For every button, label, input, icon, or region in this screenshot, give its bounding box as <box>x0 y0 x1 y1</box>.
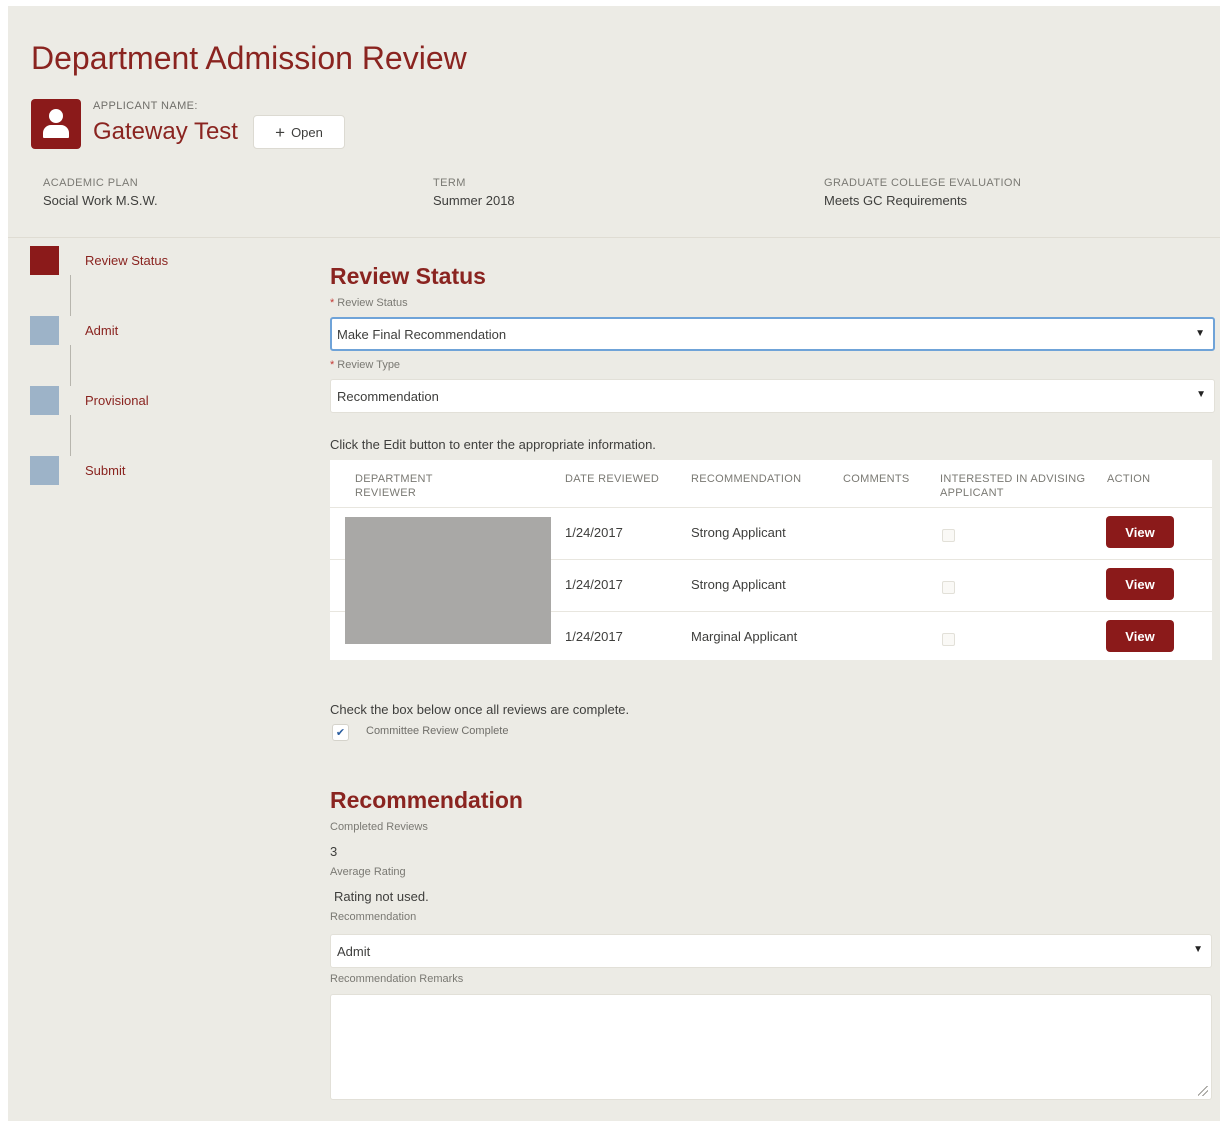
page-title: Department Admission Review <box>31 40 467 76</box>
interested-checkbox <box>942 581 955 594</box>
date-cell: 1/24/2017 <box>565 629 623 644</box>
recommendation-cell: Strong Applicant <box>691 577 786 592</box>
committee-review-checkbox[interactable]: ✔ <box>332 724 349 741</box>
recommendation-value: Admit <box>337 944 371 959</box>
step-connector <box>70 275 71 316</box>
academic-plan-value: Social Work M.S.W. <box>43 193 158 208</box>
term-field: TERM Summer 2018 <box>433 177 793 208</box>
date-cell: 1/24/2017 <box>565 577 623 592</box>
caret-down-icon: ▼ <box>1193 944 1203 955</box>
record-header: Department Admission Review APPLICANT NA… <box>8 6 1220 238</box>
col-header-date: DATE REVIEWED <box>565 473 660 485</box>
review-status-heading: Review Status <box>330 263 486 289</box>
date-cell: 1/24/2017 <box>565 525 623 540</box>
col-header-interested: INTERESTED IN ADVISING APPLICANT <box>940 473 1086 499</box>
resize-handle-icon[interactable] <box>1198 1086 1208 1096</box>
completion-instruction: Check the box below once all reviews are… <box>330 702 630 717</box>
open-button[interactable]: + Open <box>253 115 345 149</box>
review-type-value: Recommendation <box>337 389 439 404</box>
step-marker <box>30 316 59 345</box>
recommendation-cell: Marginal Applicant <box>691 629 798 644</box>
caret-down-icon: ▼ <box>1195 328 1205 339</box>
step-label: Submit <box>85 463 126 478</box>
user-icon <box>31 99 81 149</box>
gc-evaluation-label: GRADUATE COLLEGE EVALUATION <box>824 177 1022 189</box>
applicant-name: Gateway Test <box>93 118 238 145</box>
step-submit[interactable]: Submit <box>30 456 270 486</box>
step-review-status[interactable]: Review Status <box>30 246 270 276</box>
gc-evaluation-value: Meets GC Requirements <box>824 193 968 208</box>
academic-plan-field: ACADEMIC PLAN Social Work M.S.W. <box>43 177 403 208</box>
step-label: Review Status <box>85 253 169 268</box>
step-provisional[interactable]: Provisional <box>30 386 270 416</box>
applicant-name-label: APPLICANT NAME: <box>93 100 198 112</box>
view-button[interactable]: View <box>1106 568 1174 600</box>
committee-review-label: Committee Review Complete <box>366 725 509 737</box>
step-label: Admit <box>85 323 119 338</box>
interested-checkbox <box>942 633 955 646</box>
row-divider <box>330 507 1212 508</box>
recommendation-select[interactable]: Admit ▼ <box>330 934 1212 968</box>
view-button[interactable]: View <box>1106 516 1174 548</box>
recommendation-label: Recommendation <box>330 911 417 923</box>
interested-checkbox <box>942 529 955 542</box>
col-header-action: ACTION <box>1107 473 1151 485</box>
recommendation-heading: Recommendation <box>330 787 523 813</box>
redacted-reviewer-names <box>345 517 551 644</box>
edit-instruction: Click the Edit button to enter the appro… <box>330 437 656 452</box>
step-connector <box>70 345 71 386</box>
review-status-value: Make Final Recommendation <box>337 327 507 342</box>
plus-icon: + <box>275 122 286 142</box>
step-label: Provisional <box>85 393 149 408</box>
review-type-label: * Review Type <box>330 359 401 371</box>
col-header-recommendation: RECOMMENDATION <box>691 473 802 485</box>
step-marker <box>30 456 59 485</box>
step-connector <box>70 415 71 456</box>
caret-down-icon: ▼ <box>1196 389 1206 400</box>
term-value: Summer 2018 <box>433 193 515 208</box>
remarks-textarea[interactable] <box>330 994 1212 1100</box>
col-header-comments: COMMENTS <box>843 473 910 485</box>
step-marker <box>30 386 59 415</box>
completed-reviews-label: Completed Reviews <box>330 821 428 833</box>
page-frame: Department Admission Review APPLICANT NA… <box>8 6 1220 1121</box>
step-admit[interactable]: Admit <box>30 316 270 346</box>
review-status-label: * Review Status <box>330 297 408 309</box>
checkmark-icon: ✔ <box>335 727 346 739</box>
col-header-reviewer: DEPARTMENT REVIEWER <box>355 473 433 499</box>
gc-evaluation-field: GRADUATE COLLEGE EVALUATION Meets GC Req… <box>824 177 1184 208</box>
remarks-label: Recommendation Remarks <box>330 973 464 985</box>
average-rating-value: Rating not used. <box>334 889 429 904</box>
open-button-label: Open <box>291 124 323 140</box>
average-rating-label: Average Rating <box>330 866 406 878</box>
academic-plan-label: ACADEMIC PLAN <box>43 177 139 189</box>
recommendation-cell: Strong Applicant <box>691 525 786 540</box>
completed-reviews-value: 3 <box>330 844 338 859</box>
term-label: TERM <box>433 177 466 189</box>
step-marker <box>30 246 59 275</box>
view-button[interactable]: View <box>1106 620 1174 652</box>
review-type-select[interactable]: Recommendation ▼ <box>330 379 1215 413</box>
reviews-table: DEPARTMENT REVIEWER DATE REVIEWED RECOMM… <box>330 460 1212 660</box>
review-status-select[interactable]: Make Final Recommendation ▼ <box>330 317 1215 351</box>
